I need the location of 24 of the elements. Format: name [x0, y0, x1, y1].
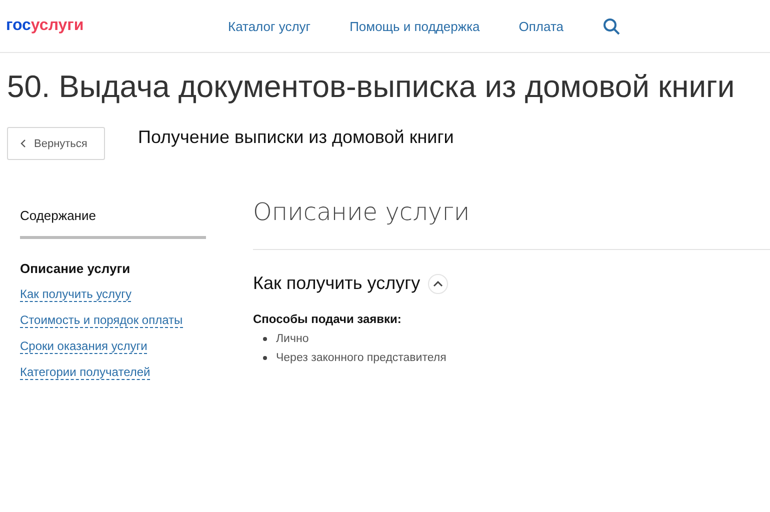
bullet-icon [263, 356, 267, 360]
chevron-left-icon [20, 139, 26, 148]
sidebar-link[interactable]: Стоимость и порядок оплаты [20, 313, 183, 328]
nav-link[interactable]: Каталог услуг [228, 18, 311, 34]
back-button[interactable]: Вернуться [7, 127, 105, 160]
sidebar-link[interactable]: Описание услуги [20, 261, 130, 276]
sidebar-link[interactable]: Сроки оказания услуги [20, 339, 148, 354]
nav-link[interactable]: Помощь и поддержка [350, 18, 480, 34]
subtitle: Получение выписки из домовой книги [138, 127, 454, 148]
list-item: Через законного представителя [276, 352, 446, 364]
sidebar-link[interactable]: Как получить услугу [20, 287, 132, 302]
sidebar-link[interactable]: Категории получателей [20, 365, 150, 380]
bullet-icon [263, 337, 267, 341]
page-title: 50. Выдача документов-выписка из домовой книги [7, 69, 736, 105]
sidebar-title: Содержание [20, 208, 206, 239]
collapse-button[interactable] [428, 274, 448, 294]
logo[interactable]: госуслуги [6, 17, 228, 35]
nav-link[interactable]: Оплата [518, 18, 564, 34]
section-heading: Описание услуги [253, 198, 770, 250]
list-item: Лично [276, 333, 309, 345]
accordion-title: Как получить услугу [253, 273, 420, 294]
search-icon[interactable] [602, 18, 620, 34]
chevron-icon [433, 280, 444, 286]
list-label: Способы подачи заявки: [253, 312, 402, 326]
